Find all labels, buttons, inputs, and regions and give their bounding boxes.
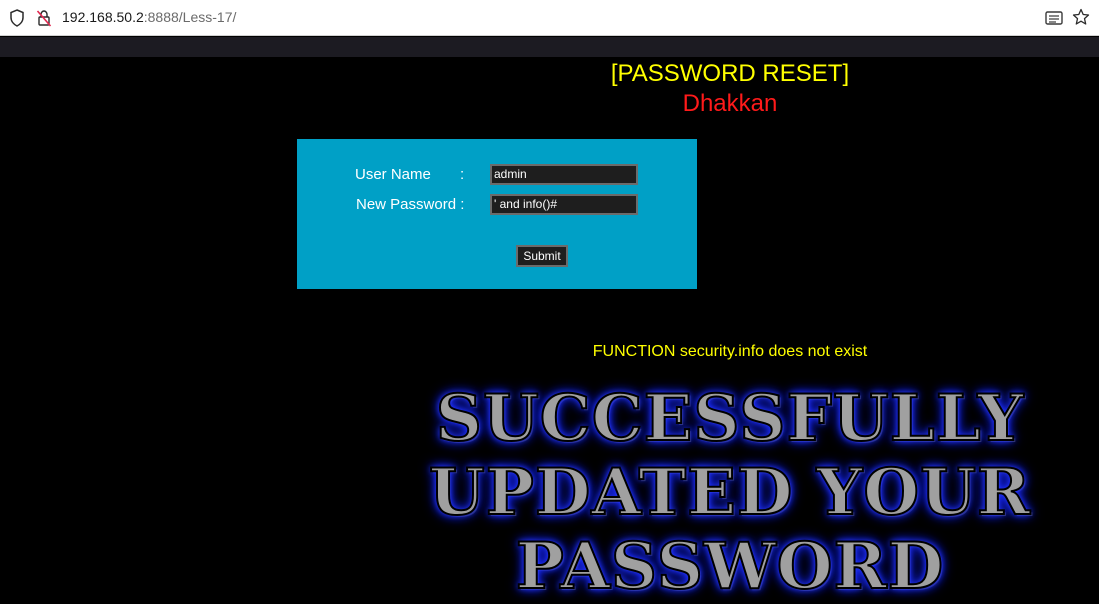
username-label: User Name [355, 166, 431, 183]
url-host: 192.168.50.2 [62, 9, 144, 25]
banner-line-3: PASSWORD [515, 529, 945, 604]
password-reset-form: User Name : admin New Password : ' and i… [297, 139, 697, 289]
banner-line-1: SUCCESSFULLY [435, 381, 1025, 457]
password-label: New Password : [356, 196, 465, 213]
new-password-input[interactable]: ' and info()# [490, 194, 638, 215]
success-banner: SUCCESSFULLY UPDATED YOUR PASSWORD [420, 381, 1040, 604]
address-bar[interactable]: 192.168.50.2:8888/Less-17/ [0, 0, 1099, 36]
submit-button[interactable]: Submit [516, 245, 568, 267]
page-subtitle: Dhakkan [682, 90, 778, 117]
username-input[interactable]: admin [490, 164, 638, 185]
page-title: [PASSWORD RESET] [610, 60, 850, 87]
banner-line-2: UPDATED YOUR [428, 455, 1032, 531]
url-path: :8888/Less-17/ [143, 9, 237, 25]
star-icon[interactable] [1072, 8, 1090, 26]
lock-slash-icon[interactable] [36, 9, 52, 27]
url-text[interactable]: 192.168.50.2:8888/Less-17/ [62, 8, 236, 26]
username-colon: : [460, 166, 465, 183]
shield-icon[interactable] [9, 9, 25, 27]
error-message: FUNCTION security.info does not exist [592, 343, 868, 360]
reader-view-icon[interactable] [1044, 9, 1064, 27]
toolbar-strip [0, 37, 1099, 57]
